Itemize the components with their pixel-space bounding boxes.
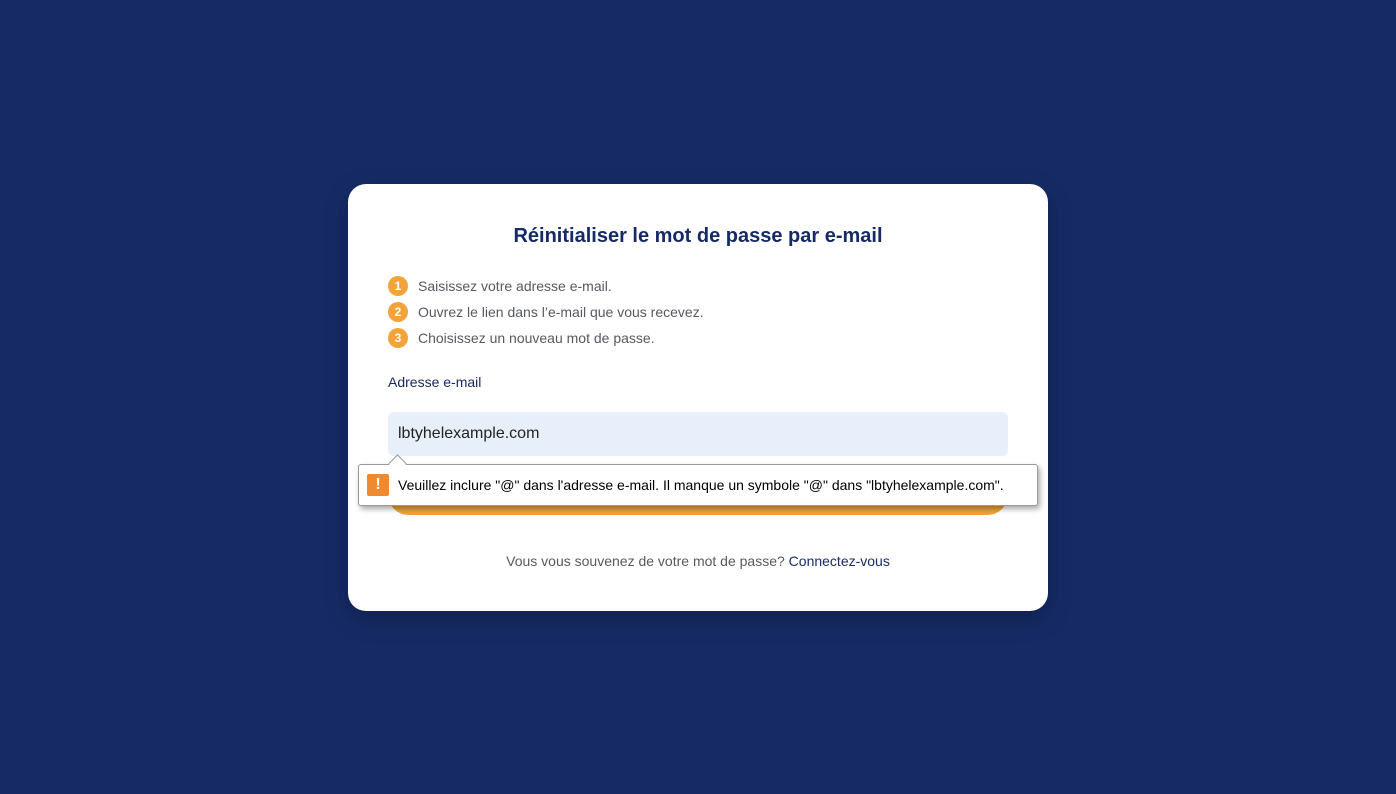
step-item: 2 Ouvrez le lien dans l’e-mail que vous … (388, 299, 704, 325)
warning-icon: ! (367, 474, 389, 496)
email-field[interactable] (388, 412, 1008, 456)
validation-message: Veuillez inclure "@" dans l'adresse e-ma… (398, 477, 1004, 493)
step-item: 1 Saisissez votre adresse e-mail. (388, 273, 704, 299)
step-item: 3 Choisissez un nouveau mot de passe. (388, 325, 704, 351)
validation-tooltip: ! Veuillez inclure "@" dans l'adresse e-… (358, 454, 1038, 506)
login-link[interactable]: Connectez-vous (789, 553, 890, 569)
step-number-badge: 2 (388, 302, 408, 322)
login-prompt-text: Vous vous souvenez de votre mot de passe… (506, 553, 785, 569)
step-text: Saisissez votre adresse e-mail. (418, 278, 612, 294)
step-text: Choisissez un nouveau mot de passe. (418, 330, 655, 346)
email-label: Adresse e-mail (388, 374, 482, 390)
page-title: Réinitialiser le mot de passe par e-mail (513, 225, 883, 247)
step-number-badge: 1 (388, 276, 408, 296)
step-text: Ouvrez le lien dans l’e-mail que vous re… (418, 304, 704, 320)
steps-list: 1 Saisissez votre adresse e-mail. 2 Ouvr… (388, 273, 704, 351)
login-prompt: Vous vous souvenez de votre mot de passe… (348, 553, 1048, 569)
reset-password-card: Réinitialiser le mot de passe par e-mail… (348, 184, 1048, 611)
step-number-badge: 3 (388, 328, 408, 348)
